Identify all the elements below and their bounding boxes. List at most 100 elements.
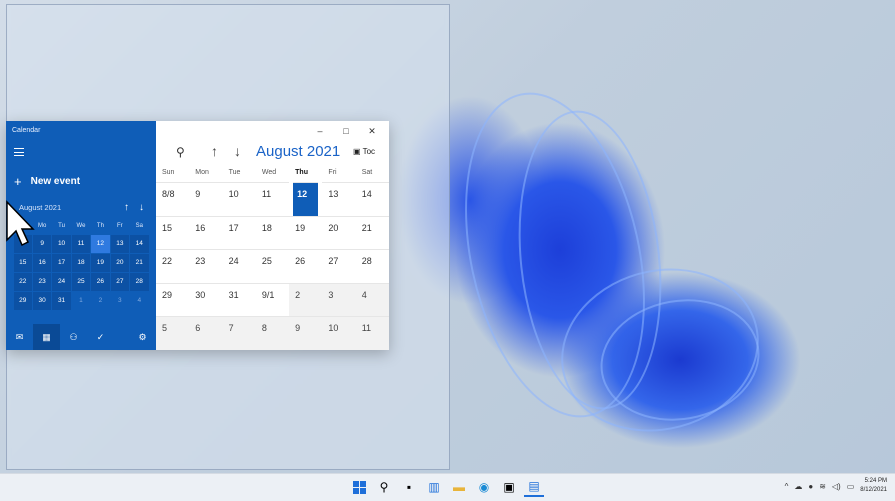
mini-day-cell[interactable]: 1 xyxy=(72,292,90,310)
day-cell[interactable]: 30 xyxy=(189,282,223,317)
day-cell[interactable]: 20 xyxy=(322,215,356,250)
calendar-window[interactable]: Calendar + New event August 2021 ↑ ↓ SuM… xyxy=(6,121,389,350)
day-cell[interactable]: 19 xyxy=(289,215,323,250)
new-event-button[interactable]: + New event xyxy=(14,174,80,189)
day-cell[interactable]: 7 xyxy=(222,316,256,350)
day-cell[interactable]: 24 xyxy=(222,249,256,283)
mini-day-cell[interactable]: 20 xyxy=(110,253,130,272)
day-cell[interactable]: 21 xyxy=(355,215,389,250)
day-cell[interactable]: 15 xyxy=(156,215,190,250)
battery-icon[interactable]: ▭ xyxy=(847,482,855,491)
day-cell[interactable]: 2 xyxy=(289,282,323,316)
day-cell[interactable]: 6 xyxy=(189,316,223,350)
day-cell[interactable]: 4 xyxy=(355,282,389,316)
mini-day-cell[interactable]: 26 xyxy=(91,272,110,291)
mini-day-cell[interactable]: 21 xyxy=(130,253,149,272)
mini-day-cell[interactable]: 28 xyxy=(130,272,149,291)
hamburger-menu-icon[interactable] xyxy=(14,148,24,156)
new-event-label: New event xyxy=(30,176,81,187)
day-cell[interactable]: 3 xyxy=(322,282,356,316)
arrow-up-icon[interactable]: ↑ xyxy=(211,143,218,159)
day-cell[interactable]: 9/1 xyxy=(255,282,290,317)
mini-day-cell[interactable]: 16 xyxy=(32,253,52,272)
volume-icon[interactable]: ◁) xyxy=(832,482,841,491)
mini-weekday-label: Sa xyxy=(135,223,143,229)
mini-day-cell[interactable]: 15 xyxy=(13,253,32,272)
mini-day-cell[interactable]: 11 xyxy=(71,234,91,253)
mini-day-cell[interactable]: 13 xyxy=(110,234,130,253)
day-cell[interactable]: 8 xyxy=(255,316,290,350)
search-icon[interactable]: ⚲ xyxy=(176,145,185,159)
day-cell[interactable]: 26 xyxy=(289,249,323,283)
day-cell[interactable]: 29 xyxy=(156,282,190,317)
day-cell[interactable]: 13 xyxy=(322,182,356,216)
day-cell[interactable]: 10 xyxy=(322,316,356,350)
mini-day-cell[interactable]: 23 xyxy=(32,272,52,291)
wifi-icon[interactable]: ≋ xyxy=(819,482,826,491)
day-cell[interactable]: 31 xyxy=(222,282,256,317)
day-cell[interactable]: 14 xyxy=(355,182,389,216)
mini-day-cell[interactable]: 22 xyxy=(13,272,32,291)
day-cell[interactable]: 25 xyxy=(255,249,290,283)
day-cell[interactable]: 27 xyxy=(322,249,356,283)
store-icon[interactable]: ▣ xyxy=(499,477,519,497)
day-cell[interactable]: 28 xyxy=(355,249,389,283)
file-explorer-icon[interactable]: ▬ xyxy=(449,477,469,497)
day-cell[interactable]: 18 xyxy=(255,215,290,250)
day-cell[interactable]: 17 xyxy=(222,215,256,250)
people-icon[interactable]: ⚇ xyxy=(60,324,87,350)
todo-icon[interactable]: ✓ xyxy=(87,324,114,350)
mini-arrow-up-icon[interactable]: ↑ xyxy=(124,202,129,213)
mini-day-cell[interactable]: 12 xyxy=(91,234,110,253)
day-cell[interactable]: 12 xyxy=(293,182,319,216)
mini-day-cell[interactable]: 14 xyxy=(130,234,149,253)
mini-day-cell[interactable]: 25 xyxy=(71,272,91,291)
mail-icon[interactable]: ✉ xyxy=(6,324,33,350)
calendar-icon[interactable]: ▦ xyxy=(33,324,60,350)
today-button[interactable]: ▣ Toc xyxy=(353,147,375,156)
month-title[interactable]: August 2021 xyxy=(256,143,340,160)
day-cell[interactable]: 10 xyxy=(222,182,256,216)
mini-day-cell[interactable]: 29 xyxy=(13,291,32,310)
day-cell[interactable]: 8/8 xyxy=(156,182,190,216)
close-icon[interactable]: ✕ xyxy=(359,123,385,139)
mini-day-cell[interactable]: 31 xyxy=(52,291,71,310)
mini-arrow-down-icon[interactable]: ↓ xyxy=(139,202,144,213)
mini-day-cell[interactable]: 3 xyxy=(111,292,129,310)
mini-day-cell[interactable]: 27 xyxy=(110,272,130,291)
shield-icon[interactable]: ● xyxy=(808,482,813,491)
mini-day-cell[interactable]: 18 xyxy=(71,253,91,272)
mini-day-cell[interactable]: 17 xyxy=(52,253,71,272)
gear-icon[interactable]: ⚙ xyxy=(129,324,156,350)
mini-day-cell[interactable]: 24 xyxy=(52,272,71,291)
mini-day-cell[interactable]: 19 xyxy=(91,253,110,272)
system-tray: ^ ☁ ● ≋ ◁) ▭ 5:24 PM 8/12/2021 xyxy=(785,477,887,495)
day-cell[interactable]: 5 xyxy=(156,316,190,350)
clock[interactable]: 5:24 PM 8/12/2021 xyxy=(860,477,887,495)
day-cell[interactable]: 9 xyxy=(189,182,223,216)
widgets-icon[interactable]: ▥ xyxy=(424,477,444,497)
day-cell[interactable]: 16 xyxy=(189,215,223,250)
mini-day-cell[interactable]: 30 xyxy=(32,291,52,310)
mini-weekday-label: Tu xyxy=(58,223,65,229)
arrow-down-icon[interactable]: ↓ xyxy=(234,143,241,159)
maximize-icon[interactable]: □ xyxy=(333,123,359,139)
mini-day-cell[interactable]: 4 xyxy=(130,292,148,310)
day-cell[interactable]: 11 xyxy=(255,182,290,216)
weekday-label: Tue xyxy=(228,169,241,176)
day-cell[interactable]: 22 xyxy=(156,249,190,283)
edge-icon[interactable]: ◉ xyxy=(474,477,494,497)
calendar-app-icon[interactable]: ▤ xyxy=(524,477,544,497)
mini-day-cell[interactable]: 2 xyxy=(91,292,109,310)
search-icon[interactable]: ⚲ xyxy=(374,477,394,497)
task-view-icon[interactable]: ▪ xyxy=(399,477,419,497)
chevron-up-icon[interactable]: ^ xyxy=(785,482,789,491)
mini-day-cell[interactable]: 10 xyxy=(52,234,71,253)
day-cell[interactable]: 9 xyxy=(289,316,323,350)
minimize-icon[interactable]: – xyxy=(307,123,333,139)
cloud-icon[interactable]: ☁ xyxy=(794,482,802,491)
day-cell[interactable]: 11 xyxy=(355,316,389,350)
mini-day-cell[interactable]: 9 xyxy=(32,234,52,253)
day-cell[interactable]: 23 xyxy=(189,249,223,283)
start-icon[interactable] xyxy=(349,477,369,497)
